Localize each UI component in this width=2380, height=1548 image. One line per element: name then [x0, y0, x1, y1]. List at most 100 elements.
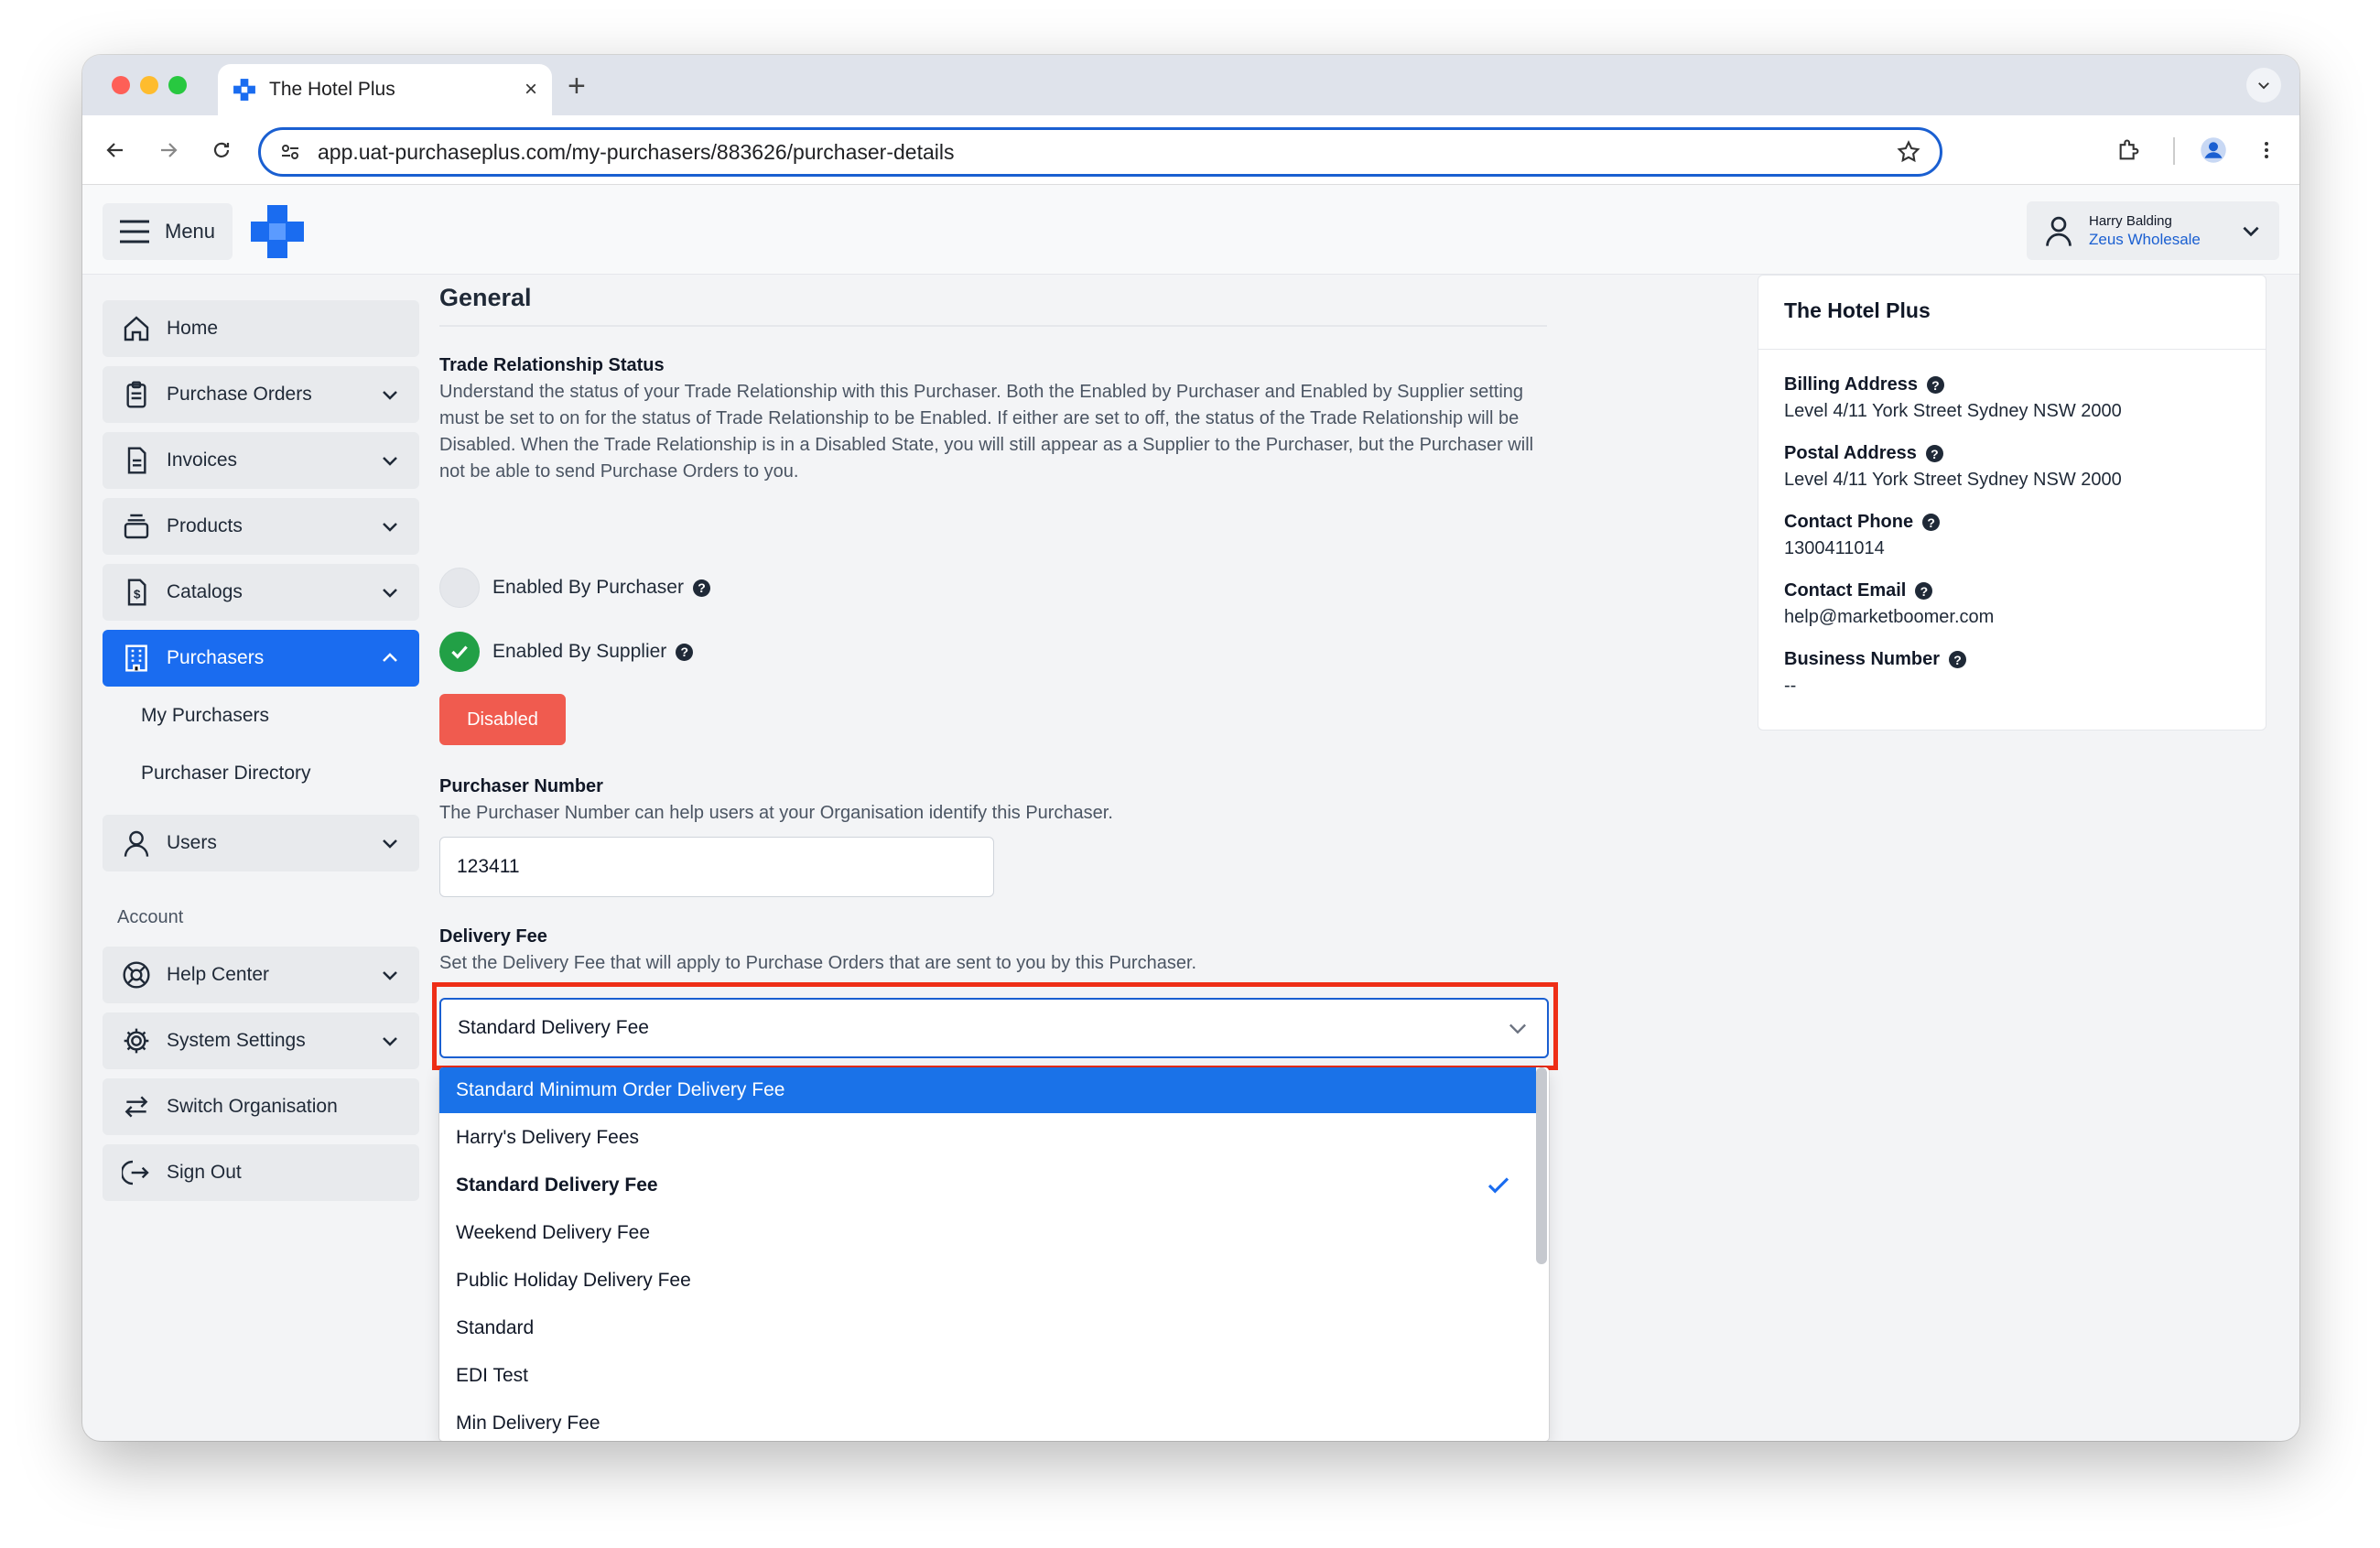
- dropdown-option[interactable]: Standard Minimum Order Delivery Fee: [439, 1067, 1536, 1113]
- delivery-fee-dropdown: Standard Minimum Order Delivery Fee Harr…: [439, 1067, 1549, 1441]
- business-number-label-text: Business Number: [1784, 649, 1941, 669]
- reload-button[interactable]: [205, 134, 238, 167]
- chevron-down-icon: [2243, 226, 2259, 237]
- svg-text:$: $: [134, 588, 141, 601]
- sidebar-item-sign-out[interactable]: Sign Out: [103, 1144, 419, 1201]
- extensions-button[interactable]: [2113, 134, 2146, 167]
- url-text[interactable]: app.uat-purchaseplus.com/my-purchasers/8…: [318, 140, 1896, 165]
- sidebar-subitem-my-purchasers[interactable]: My Purchasers: [141, 705, 269, 727]
- enabled-by-supplier-toggle[interactable]: [439, 632, 480, 672]
- arrow-left-icon: [106, 143, 123, 157]
- profile-button[interactable]: [2197, 134, 2230, 167]
- favicon-icon: [233, 79, 255, 101]
- browser-menu-button[interactable]: [2250, 134, 2283, 167]
- puzzle-icon: [2119, 139, 2139, 160]
- chevron-down-icon: [383, 391, 397, 400]
- user-icon: [121, 828, 152, 859]
- tab-search-button[interactable]: [2246, 68, 2281, 103]
- chevron-down-icon: [383, 457, 397, 466]
- catalog-icon: $: [121, 577, 152, 608]
- kebab-menu-icon: [2265, 142, 2268, 158]
- billing-address-value: Level 4/11 York Street Sydney NSW 2000: [1784, 401, 2122, 421]
- chevron-down-icon: [383, 589, 397, 598]
- chevron-down-icon: [383, 839, 397, 849]
- clipboard-icon: [121, 379, 152, 410]
- sidebar-item-catalogs[interactable]: $ Catalogs: [103, 564, 419, 621]
- main-content: General Trade Relationship Status Unders…: [432, 275, 1629, 1441]
- user-names: Harry Balding Zeus Wholesale: [2089, 213, 2239, 249]
- home-icon: [121, 313, 152, 344]
- dropdown-scrollbar[interactable]: [1536, 1067, 1547, 1264]
- profile-avatar-icon: [2201, 137, 2226, 163]
- dropdown-option[interactable]: Weekend Delivery Fee: [439, 1210, 1536, 1256]
- user-account-menu[interactable]: Harry Balding Zeus Wholesale: [2027, 201, 2279, 260]
- sidebar-item-label: System Settings: [167, 1030, 306, 1051]
- delivery-fee-description: Set the Delivery Fee that will apply to …: [439, 953, 1197, 973]
- contact-phone-label-text: Contact Phone: [1784, 512, 1914, 532]
- sidebar-item-purchase-orders[interactable]: Purchase Orders: [103, 366, 419, 423]
- help-icon[interactable]: ?: [1915, 582, 1933, 600]
- contact-phone-label: Contact Phone ?: [1784, 512, 1941, 533]
- postal-address-label-text: Postal Address: [1784, 443, 1917, 463]
- browser-tab[interactable]: The Hotel Plus ×: [218, 64, 552, 115]
- site-settings-icon[interactable]: [279, 141, 301, 163]
- tab-close-icon[interactable]: ×: [525, 77, 537, 103]
- switch-icon: [121, 1091, 152, 1122]
- maximize-window-button[interactable]: [168, 76, 187, 94]
- sidebar-subitem-purchaser-directory[interactable]: Purchaser Directory: [141, 763, 311, 785]
- enabled-by-purchaser-toggle[interactable]: [439, 568, 480, 608]
- user-name: Harry Balding: [2089, 212, 2172, 229]
- sidebar-item-users[interactable]: Users: [103, 815, 419, 871]
- sidebar-item-purchasers[interactable]: Purchasers: [103, 630, 419, 687]
- enabled-by-purchaser-label: Enabled By Purchaser: [492, 577, 684, 598]
- contact-email-label-text: Contact Email: [1784, 580, 1907, 601]
- contact-phone-value: 1300411014: [1784, 538, 1885, 558]
- close-window-button[interactable]: [112, 76, 130, 94]
- address-bar[interactable]: app.uat-purchaseplus.com/my-purchasers/8…: [258, 127, 1942, 177]
- user-icon: [2046, 216, 2072, 246]
- purchaser-info-card: The Hotel Plus Billing Address ? Level 4…: [1758, 275, 2266, 731]
- help-icon[interactable]: ?: [1949, 651, 1967, 668]
- purchaser-number-input[interactable]: 123411: [439, 837, 994, 897]
- sidebar-item-label: Catalogs: [167, 581, 243, 602]
- section-title: General: [439, 284, 532, 311]
- contact-email-label: Contact Email ?: [1784, 580, 1933, 601]
- section-divider: [439, 325, 1547, 327]
- back-button[interactable]: [99, 134, 132, 167]
- delivery-fee-select[interactable]: Standard Delivery Fee: [439, 998, 1549, 1058]
- minimize-window-button[interactable]: [140, 76, 158, 94]
- delivery-fee-selected-value: Standard Delivery Fee: [458, 1017, 649, 1038]
- menu-label: Menu: [165, 220, 216, 243]
- new-tab-button[interactable]: +: [568, 68, 586, 104]
- purchaseplus-logo: [251, 205, 304, 258]
- help-icon[interactable]: ?: [1922, 514, 1941, 531]
- sidebar-item-invoices[interactable]: Invoices: [103, 432, 419, 489]
- sidebar-item-system-settings[interactable]: System Settings: [103, 1012, 419, 1069]
- check-icon: [1488, 1177, 1509, 1194]
- bookmark-star-icon[interactable]: [1896, 139, 1921, 165]
- sidebar-item-home[interactable]: Home: [103, 300, 419, 357]
- dropdown-option[interactable]: Min Delivery Fee: [439, 1401, 1536, 1441]
- sidebar-item-help-center[interactable]: Help Center: [103, 947, 419, 1003]
- menu-button[interactable]: Menu: [103, 203, 233, 260]
- lifebuoy-icon: [121, 959, 152, 991]
- sidebar-item-label: Purchasers: [167, 647, 265, 668]
- sidebar-item-switch-organisation[interactable]: Switch Organisation: [103, 1078, 419, 1135]
- products-icon: [121, 511, 152, 542]
- postal-address-label: Postal Address ?: [1784, 443, 1943, 464]
- sidebar-item-products[interactable]: Products: [103, 498, 419, 555]
- arrow-right-icon: [161, 143, 178, 157]
- app-header: Menu Harry Balding Zeus Wholesale: [82, 185, 2299, 275]
- checkmark-icon: [451, 645, 468, 659]
- dropdown-option[interactable]: EDI Test: [439, 1353, 1536, 1399]
- help-icon[interactable]: ?: [1925, 445, 1943, 462]
- help-icon[interactable]: ?: [692, 579, 710, 597]
- help-icon[interactable]: ?: [676, 643, 694, 661]
- trade-relationship-description: Understand the status of your Trade Rela…: [439, 382, 1534, 482]
- help-icon[interactable]: ?: [1926, 376, 1944, 394]
- dropdown-option[interactable]: Public Holiday Delivery Fee: [439, 1258, 1536, 1304]
- forward-button[interactable]: [152, 134, 185, 167]
- dropdown-option[interactable]: Standard: [439, 1305, 1536, 1351]
- dropdown-option[interactable]: Harry's Delivery Fees: [439, 1115, 1536, 1161]
- dropdown-option[interactable]: Standard Delivery Fee: [439, 1163, 1536, 1208]
